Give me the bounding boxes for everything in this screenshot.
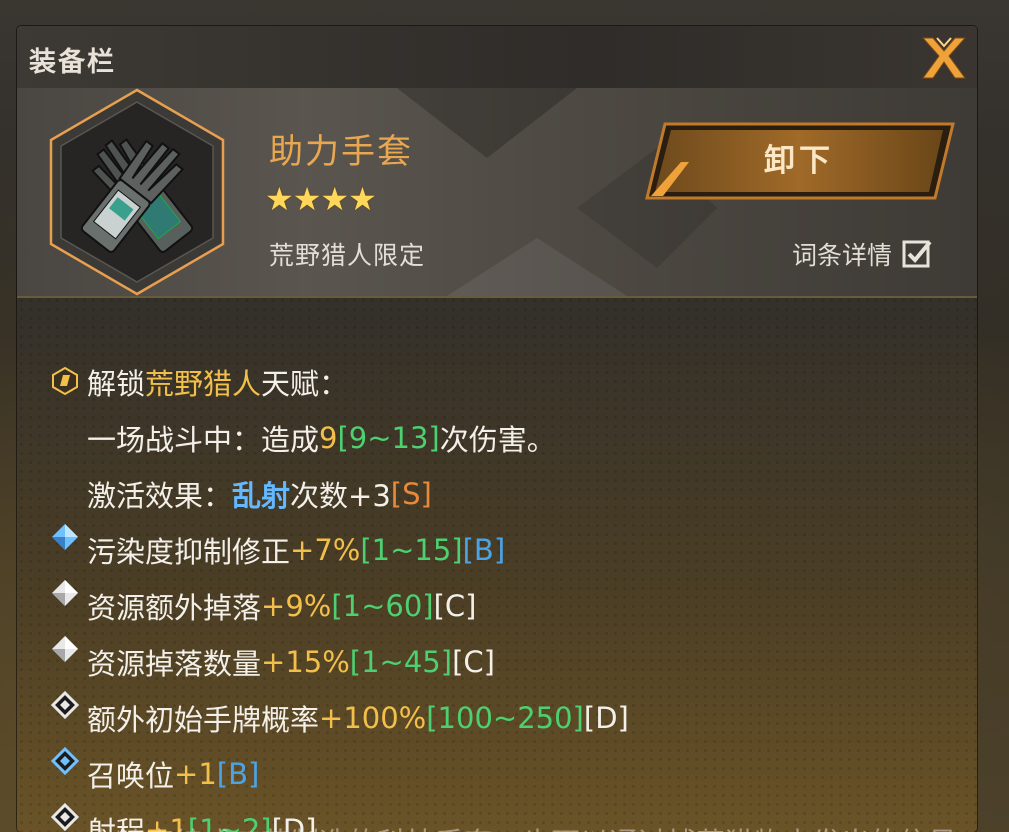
condition-prefix: 一场战斗中：造成 (87, 423, 320, 457)
unequip-label: 卸下 (764, 143, 834, 179)
affix-range: [1~15] (360, 533, 463, 567)
condition-suffix: 次伤害。 (439, 423, 556, 457)
checkbox-checked-icon[interactable] (902, 239, 932, 269)
affix-row: 资源额外掉落 +9% [1~60] [C] (87, 578, 477, 634)
title-bar: 装备栏 (17, 26, 977, 89)
effect-skill: 乱射 (232, 479, 291, 513)
item-header: 助力手套 ★★★★ 荒野猎人限定 卸下 词条详情 (17, 88, 977, 298)
item-icon-frame (45, 88, 229, 296)
item-source: 荒野猎人限定 (269, 241, 426, 270)
close-x-icon (921, 37, 967, 79)
unlock-line: 解锁 荒野猎人 天赋： (87, 354, 348, 410)
hexagon-gold-icon (52, 367, 78, 395)
affix-name: 额外初始手牌概率 (87, 703, 320, 737)
diamond-outline-icon (51, 803, 79, 831)
rarity-stars: ★★★★ (265, 180, 377, 218)
affix-name: 资源额外掉落 (87, 591, 262, 625)
diamond-blue-icon (52, 524, 78, 550)
condition-range: [9~13] (337, 421, 440, 455)
effect-prefix: 激活效果： (87, 479, 233, 513)
panel-title: 装备栏 (29, 47, 116, 78)
unlock-prefix: 解锁 (87, 367, 146, 401)
affix-grade: [B] (462, 533, 506, 567)
affix-grade: [C] (452, 645, 495, 679)
diamond-white-icon (52, 580, 78, 606)
affix-grade: [B] (216, 757, 260, 791)
affix-value: +100% (319, 701, 427, 735)
affix-value: +1 (174, 757, 217, 791)
affix-row: 召唤位 +1 [B] (87, 746, 259, 802)
close-button[interactable] (919, 34, 969, 82)
diamond-white-icon (52, 636, 78, 662)
effect-text: 次数+3 (290, 479, 391, 513)
item-name: 助力手套 (269, 132, 413, 172)
detail-toggle[interactable]: 词条详情 (792, 234, 932, 274)
unlock-condition: 一场战斗中：造成 9 [9~13] 次伤害。 (87, 410, 556, 466)
affix-grade: [D] (583, 701, 629, 735)
item-description: 由精密编成工艺制造的科技手套，也可以通过捕获猎物来发出的信号 (87, 820, 957, 832)
affix-name: 资源掉落数量 (87, 647, 262, 681)
affix-range: [1~60] (331, 589, 434, 623)
affix-row: 污染度抑制修正 +7% [1~15] [B] (87, 522, 505, 578)
diamond-outline-icon (51, 691, 79, 719)
affix-value: +9% (261, 589, 332, 623)
effect-grade: [S] (390, 477, 432, 511)
affix-row: 资源掉落数量 +15% [1~45] [C] (87, 634, 495, 690)
equipment-panel: 装备栏 助力手套 ★★★★ 荒野猎人限定 卸下 词条详情 解锁 荒野猎人 天赋：… (17, 26, 977, 832)
affix-name: 召唤位 (87, 759, 175, 793)
unequip-button[interactable]: 卸下 (641, 122, 957, 200)
unlock-effect: 激活效果： 乱射 次数+3 [S] (87, 466, 432, 522)
affix-grade: [C] (433, 589, 477, 623)
affix-row: 额外初始手牌概率 +100% [100~250] [D] (87, 690, 629, 746)
condition-value: 9 (319, 421, 338, 455)
affix-value: +15% (261, 645, 350, 679)
affix-value: +7% (290, 533, 361, 567)
talent-name: 荒野猎人 (145, 367, 262, 401)
diamond-outline-blue-icon (51, 747, 79, 775)
affix-range: [1~45] (349, 645, 453, 679)
affix-range: [100~250] (426, 701, 584, 735)
detail-label: 词条详情 (792, 241, 893, 270)
affix-name: 污染度抑制修正 (87, 535, 291, 569)
unlock-suffix: 天赋： (261, 367, 349, 401)
